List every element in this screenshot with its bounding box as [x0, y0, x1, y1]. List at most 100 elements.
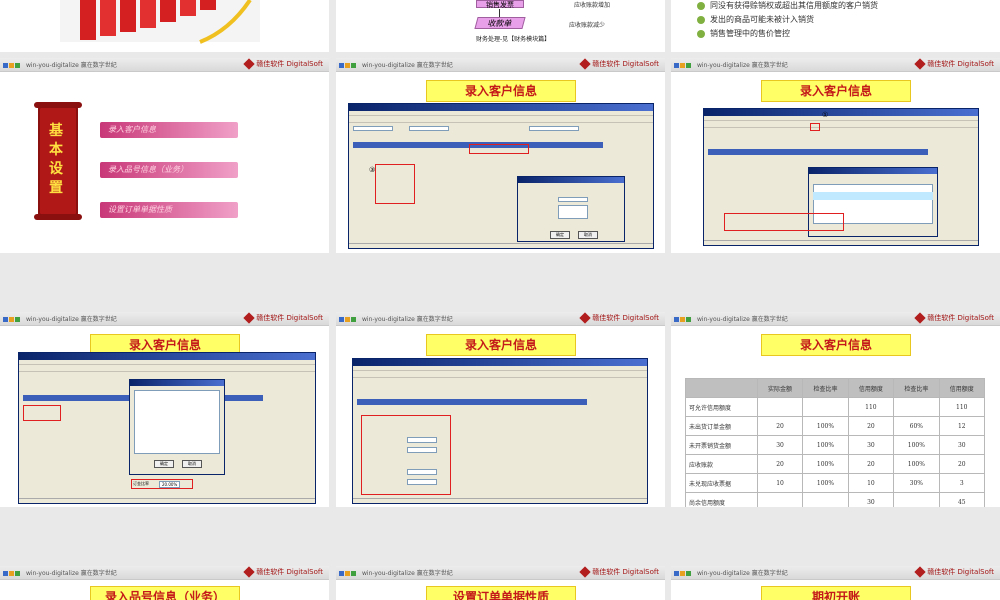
- table-cell: 未兑现应收票据: [685, 473, 758, 493]
- brand-text: win-you-digitalize 赢在数字世纪: [362, 316, 453, 323]
- highlight-credit: [361, 415, 451, 495]
- customer-form-window: [352, 358, 648, 504]
- slide-header: win-you-digitalize 赢在数字世纪 赣佳软件 DigitalSo…: [0, 566, 329, 580]
- step-marker-1: ①: [822, 111, 829, 119]
- table-cell: 100%: [802, 416, 849, 436]
- table-cell: 20: [847, 416, 895, 436]
- cancel-button[interactable]: 取消: [182, 460, 202, 468]
- slide-header: win-you-digitalize 赢在数字世纪 赣佳软件 DigitalSo…: [671, 566, 1000, 580]
- table-cell: 20: [938, 454, 986, 474]
- scroll-banner: 基本设置: [34, 102, 82, 220]
- highlight-address: [724, 213, 844, 231]
- flow-box-invoice: 销售发票: [476, 0, 524, 9]
- table-header-row: 实际金额 检查比率 信用额度 检查比率 信用额度: [685, 378, 986, 398]
- table-cell: 30: [938, 435, 986, 455]
- brand-text: win-you-digitalize 赢在数字世纪: [26, 62, 117, 69]
- slide-product-entry: win-you-digitalize 赢在数字世纪 赣佳软件 DigitalSo…: [0, 566, 329, 600]
- slide-header: win-you-digitalize 赢在数字世纪 赣佳软件 DigitalSo…: [0, 312, 329, 326]
- credit-limit-table: 实际金额 检查比率 信用额度 检查比率 信用额度 可允许信用额度 110 110 未出…: [685, 378, 986, 507]
- brand-text: win-you-digitalize 赢在数字世纪: [26, 570, 117, 577]
- company-logo: 赣佳软件 DigitalSoft: [243, 58, 323, 70]
- company-logo: 赣佳软件 DigitalSoft: [243, 312, 323, 324]
- table-cell: 30: [847, 435, 895, 455]
- slide-header: win-you-digitalize 赢在数字世纪 赣佳软件 DigitalSo…: [336, 566, 665, 580]
- table-row: 可允许信用额度 110 110: [685, 397, 986, 417]
- bullet-1: 同没有获得赊销权或超出其信用额度的客户销货: [697, 0, 878, 11]
- table-cell: 60%: [893, 416, 940, 436]
- table-cell: [893, 397, 940, 417]
- table-header: 检查比率: [893, 378, 940, 398]
- table-header: [685, 378, 758, 398]
- confirm-button[interactable]: 确定: [550, 231, 570, 239]
- company-logo: 赣佳软件 DigitalSoft: [579, 312, 659, 324]
- table-cell: 12: [938, 416, 986, 436]
- highlight-box-top: [469, 144, 529, 154]
- customer-form-window: 确定 取消 订金比率 20.00%: [18, 352, 316, 504]
- table-header: 信用额度: [847, 378, 895, 398]
- slide-header: win-you-digitalize 赢在数字世纪 赣佳软件 DigitalSo…: [671, 58, 1000, 72]
- menu-item-order-type[interactable]: 设置订单单据性质: [100, 202, 238, 218]
- slide-title: 录入客户信息: [426, 80, 576, 102]
- red-bar-chart-image: [60, 0, 260, 44]
- table-cell: 110: [847, 397, 895, 417]
- highlight-trade: [23, 405, 61, 421]
- table-cell: 应收账款: [685, 454, 758, 474]
- slide-header: win-you-digitalize 赢在数字世纪 赣佳软件 DigitalSo…: [336, 312, 665, 326]
- table-cell: [802, 492, 849, 507]
- company-logo: 赣佳软件 DigitalSoft: [914, 566, 994, 578]
- table-row: 尚余信用额度 30 45: [685, 492, 986, 507]
- cancel-button[interactable]: 取消: [578, 231, 598, 239]
- brand-text: win-you-digitalize 赢在数字世纪: [697, 316, 788, 323]
- table-cell: 20: [847, 454, 895, 474]
- slide-title: 录入客户信息: [761, 80, 911, 102]
- brand-text: win-you-digitalize 赢在数字世纪: [697, 570, 788, 577]
- table-cell: 30: [847, 492, 895, 507]
- company-logo: 赣佳软件 DigitalSoft: [243, 566, 323, 578]
- scroll-title: 基本设置: [49, 123, 63, 196]
- table-cell: [756, 397, 804, 417]
- highlight-toolbar: [810, 123, 820, 131]
- bullet-3: 销售管理中的售价管控: [697, 28, 790, 39]
- slide-basic-setup: win-you-digitalize 赢在数字世纪 赣佳软件 DigitalSo…: [0, 58, 329, 253]
- slide-credit-table: win-you-digitalize 赢在数字世纪 赣佳软件 DigitalSo…: [671, 312, 1000, 507]
- slide-sales-chart: [0, 0, 329, 52]
- menu-item-product[interactable]: 录入品号信息（业务）: [100, 162, 238, 178]
- table-cell: [893, 492, 940, 507]
- slide-customer-entry-3: win-you-digitalize 赢在数字世纪 赣佳软件 DigitalSo…: [0, 312, 329, 507]
- slide-header: win-you-digitalize 赢在数字世纪 赣佳软件 DigitalSo…: [336, 58, 665, 72]
- highlight-box: [375, 164, 415, 204]
- customer-form-window: ①: [703, 108, 979, 246]
- confirm-button[interactable]: 确定: [154, 460, 174, 468]
- table-cell: [756, 492, 804, 507]
- table-cell: 未开票销货金额: [685, 435, 758, 455]
- menu-item-customer[interactable]: 录入客户信息: [100, 122, 238, 138]
- table-cell: 可允许信用额度: [685, 397, 758, 417]
- deposit-value: 20.00%: [159, 481, 181, 488]
- table-cell: 20: [756, 416, 804, 436]
- bullet-2: 发出的商品可能未被计入销货: [697, 14, 814, 25]
- customer-form-window: ③ 确定 取消: [348, 103, 654, 249]
- slide-customer-entry-1: win-you-digitalize 赢在数字世纪 赣佳软件 DigitalSo…: [336, 58, 665, 253]
- table-cell: 10: [756, 473, 804, 493]
- table-cell: 未出货订单金额: [685, 416, 758, 436]
- table-cell: 尚余信用额度: [685, 492, 758, 507]
- table-row: 未出货订单金额 20 100% 20 60% 12: [685, 416, 986, 436]
- flow-note-increase: 应收账款增加: [574, 2, 611, 9]
- table-cell: [802, 397, 849, 417]
- table-cell: 45: [938, 492, 986, 507]
- payment-dialog: 确定 取消: [517, 176, 625, 242]
- slide-customer-entry-2: win-you-digitalize 赢在数字世纪 赣佳软件 DigitalSo…: [671, 58, 1000, 253]
- table-cell: 100%: [802, 454, 849, 474]
- currency-dialog: 确定 取消: [129, 379, 225, 475]
- brand-text: win-you-digitalize 赢在数字世纪: [26, 316, 117, 323]
- flow-arrow-down: [499, 9, 500, 17]
- deposit-label: 订金比率: [133, 481, 149, 486]
- slide-sales-flow: 销售发票 收款单 应收账款增加 应收账款减少 财务处理-见【财务模块篇】: [336, 0, 665, 52]
- table-cell: 3: [938, 473, 986, 493]
- slide-opening: win-you-digitalize 赢在数字世纪 赣佳软件 DigitalSo…: [671, 566, 1000, 600]
- brand-text: win-you-digitalize 赢在数字世纪: [697, 62, 788, 69]
- flow-note-decrease: 应收账款减少: [569, 22, 606, 29]
- slide-header: win-you-digitalize 赢在数字世纪 赣佳软件 DigitalSo…: [0, 58, 329, 72]
- slide-title: 设置订单单据性质: [426, 586, 576, 600]
- slide-risk-bullets: 同没有获得赊销权或超出其信用额度的客户销货 发出的商品可能未被计入销货 销售管理…: [671, 0, 1000, 52]
